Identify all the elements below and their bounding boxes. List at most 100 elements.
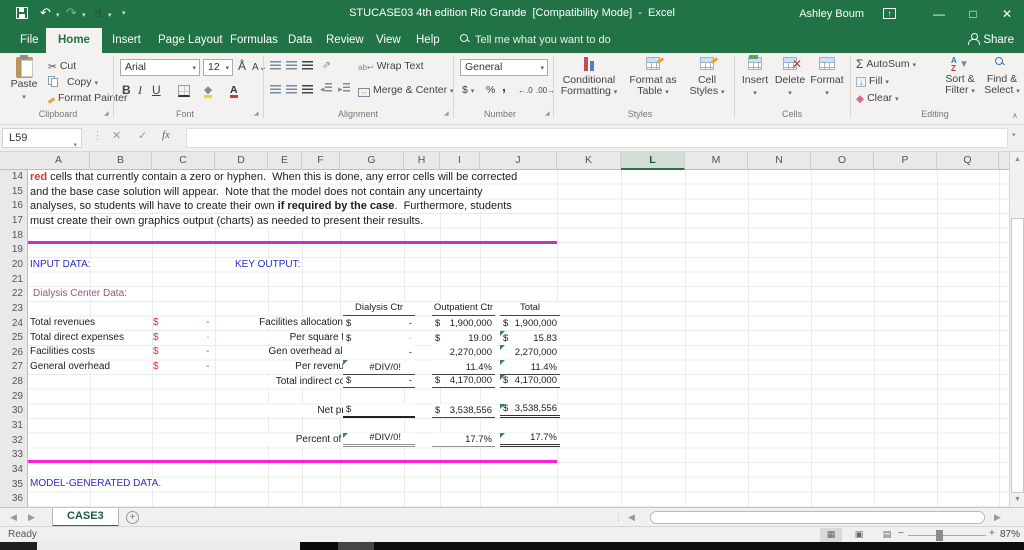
- sheet-grid[interactable]: red cells that currently contain a zero …: [28, 170, 1009, 507]
- collapse-ribbon-icon[interactable]: ∧: [1012, 111, 1018, 120]
- grow-font-icon[interactable]: Å: [238, 59, 246, 74]
- cell-j24[interactable]: $1,900,000: [500, 316, 560, 330]
- table-header-outpatient[interactable]: Outpatient Ctr: [432, 302, 495, 316]
- zoom-in-icon[interactable]: +: [989, 528, 995, 539]
- cell-j32[interactable]: 17.7%: [500, 432, 560, 447]
- column-header-E[interactable]: E: [268, 152, 302, 170]
- row-header-24[interactable]: 24: [0, 317, 27, 332]
- column-header-B[interactable]: B: [90, 152, 152, 170]
- cell-i24[interactable]: $1,900,000: [432, 316, 495, 330]
- number-format-select[interactable]: General ▾: [460, 59, 548, 76]
- row-header-16[interactable]: 16: [0, 199, 27, 214]
- conditional-formatting-button[interactable]: Conditional Formatting ▾: [556, 57, 622, 98]
- ribbon-display-options-icon[interactable]: ↑: [883, 8, 896, 19]
- cell-row24-val[interactable]: -: [206, 317, 209, 328]
- cell-a17[interactable]: must create their own graphics output (c…: [30, 215, 424, 227]
- sheet-prev-icon[interactable]: ◀: [10, 512, 17, 523]
- alignment-dialog-launcher-icon[interactable]: ◢: [444, 110, 449, 117]
- column-header-P[interactable]: P: [874, 152, 937, 170]
- fill-button[interactable]: ↓ Fill ▾: [856, 74, 889, 89]
- name-box[interactable]: L59 ▾: [2, 128, 82, 149]
- namebox-splitter-icon[interactable]: ⋮: [92, 129, 103, 142]
- cell-section-label[interactable]: Dialysis Center Data:: [33, 288, 127, 299]
- cell-j25[interactable]: $15.83: [500, 331, 560, 345]
- bold-button[interactable]: B: [122, 83, 131, 98]
- row-header-26[interactable]: 26: [0, 346, 27, 361]
- column-header-M[interactable]: M: [685, 152, 748, 170]
- increase-indent-icon[interactable]: ▸: [338, 82, 350, 97]
- enter-entry-icon[interactable]: ✓: [138, 129, 147, 142]
- row-header-18[interactable]: 18: [0, 229, 27, 244]
- cell-key-output-label[interactable]: KEY OUTPUT:: [235, 259, 301, 270]
- row-header-33[interactable]: 33: [0, 448, 27, 463]
- percent-style-button[interactable]: %: [486, 83, 495, 98]
- cell-row27-cur[interactable]: $: [153, 361, 159, 372]
- insert-function-icon[interactable]: fx: [162, 129, 170, 141]
- delete-cells-button[interactable]: ✕ Delete ▾: [772, 57, 808, 98]
- user-name[interactable]: Ashley Boum: [799, 8, 864, 20]
- font-color-icon[interactable]: A: [230, 83, 238, 98]
- cell-label-gen-overhead[interactable]: Gen overhead alloc.: [218, 346, 358, 357]
- cell-row27-val[interactable]: -: [206, 361, 209, 372]
- underline-button[interactable]: U: [152, 83, 161, 98]
- cell-g28[interactable]: $ -: [343, 374, 415, 388]
- tell-me-search[interactable]: Tell me what you want to do: [460, 28, 611, 53]
- page-layout-view-icon[interactable]: ▣: [848, 528, 870, 542]
- zoom-percentage[interactable]: 87%: [1000, 529, 1020, 540]
- row-header-29[interactable]: 29: [0, 390, 27, 405]
- cell-i30[interactable]: $3,538,556: [432, 404, 495, 418]
- tabbar-splitter-icon[interactable]: ⋮: [614, 512, 623, 523]
- cell-g26[interactable]: -: [343, 345, 415, 359]
- insert-cells-button[interactable]: Insert ▾: [738, 55, 772, 98]
- column-header-L[interactable]: L: [621, 152, 685, 170]
- cell-i26[interactable]: 2,270,000: [432, 345, 495, 359]
- font-size-select[interactable]: 12 ▾: [203, 59, 233, 76]
- cell-j27[interactable]: 11.4%: [500, 360, 560, 374]
- orientation-icon[interactable]: ⇗: [322, 58, 331, 73]
- new-sheet-icon[interactable]: +: [126, 511, 139, 524]
- align-right-icon[interactable]: [302, 85, 313, 94]
- column-header-N[interactable]: N: [748, 152, 811, 170]
- cell-g24[interactable]: $ -: [343, 316, 415, 330]
- copy-button[interactable]: Copy ▾: [48, 75, 98, 90]
- cell-row25-cur[interactable]: $: [153, 332, 159, 343]
- tab-help[interactable]: Help: [404, 28, 452, 53]
- cell-label-net-profit[interactable]: Net profit: [218, 405, 358, 416]
- zoom-slider-thumb[interactable]: [936, 530, 943, 541]
- row-header-30[interactable]: 30: [0, 404, 27, 419]
- format-cells-button[interactable]: Format ▾: [808, 57, 846, 98]
- cell-label-per-revenue[interactable]: Per revenue $: [218, 361, 358, 372]
- row-header-19[interactable]: 19: [0, 243, 27, 258]
- borders-icon[interactable]: [178, 85, 190, 97]
- merge-center-button[interactable]: ↔ Merge & Center ▾: [358, 83, 454, 98]
- normal-view-icon[interactable]: ▦: [820, 528, 842, 542]
- cell-i28[interactable]: $4,170,000: [432, 374, 495, 388]
- cell-g32[interactable]: #DIV/0!: [343, 432, 415, 447]
- column-header-C[interactable]: C: [152, 152, 215, 170]
- cell-j28[interactable]: $4,170,000: [500, 374, 560, 388]
- align-middle-icon[interactable]: [286, 61, 297, 70]
- cell-styles-button[interactable]: Cell Styles ▾: [684, 57, 730, 98]
- horizontal-scrollbar[interactable]: [650, 511, 985, 524]
- cell-i27[interactable]: 11.4%: [432, 360, 495, 374]
- minimize-button[interactable]: —: [922, 0, 956, 28]
- column-header-F[interactable]: F: [302, 152, 340, 170]
- table-header-dialysis[interactable]: Dialysis Ctr: [343, 302, 415, 316]
- cell-row26-label[interactable]: Facilities costs: [30, 346, 96, 357]
- autosum-button[interactable]: Σ AutoSum ▾: [856, 57, 916, 72]
- column-header-D[interactable]: D: [215, 152, 268, 170]
- row-header-34[interactable]: 34: [0, 463, 27, 478]
- cut-button[interactable]: ✂ Cut: [48, 59, 76, 74]
- increase-decimal-button[interactable]: ←.0: [518, 83, 533, 98]
- row-header-36[interactable]: 36: [0, 492, 27, 507]
- align-top-icon[interactable]: [270, 61, 281, 70]
- column-header-K[interactable]: K: [557, 152, 621, 170]
- cell-g25[interactable]: $ -: [343, 331, 415, 345]
- cell-row26-cur[interactable]: $: [153, 346, 159, 357]
- row-header-35[interactable]: 35: [0, 478, 27, 493]
- column-header-I[interactable]: I: [440, 152, 480, 170]
- cell-i32[interactable]: 17.7%: [432, 433, 495, 447]
- column-header-H[interactable]: H: [404, 152, 440, 170]
- cell-label-total-indirect[interactable]: Total indirect costs: [218, 376, 358, 387]
- tab-home[interactable]: Home: [46, 28, 102, 53]
